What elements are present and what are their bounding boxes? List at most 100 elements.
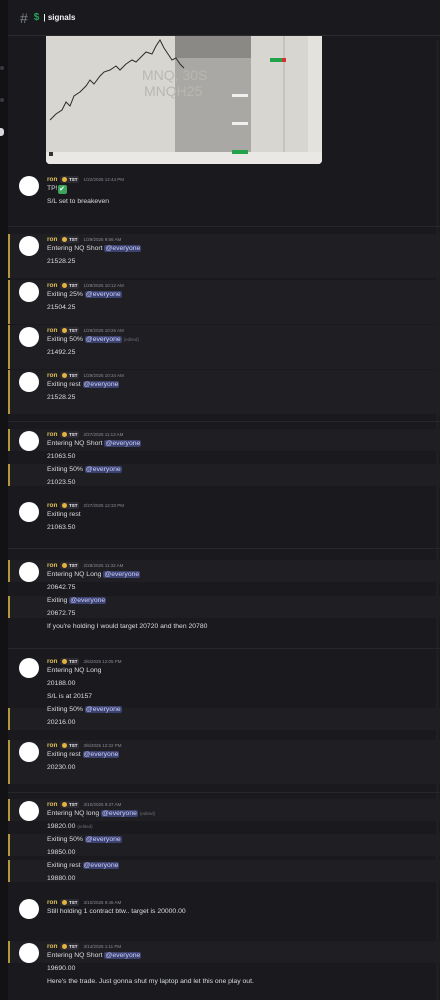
avatar[interactable] <box>19 236 39 256</box>
edited-label: (edited) <box>123 337 139 342</box>
everyone-mention[interactable]: @everyone <box>104 440 142 447</box>
everyone-mention[interactable]: @everyone <box>84 466 122 473</box>
message-text: 21063.50 <box>47 524 76 531</box>
avatar[interactable] <box>19 372 39 392</box>
message-timestamp[interactable]: 3/14/2025 1:11 PM <box>83 944 121 949</box>
server-tag-label: TST <box>68 176 78 182</box>
author-name[interactable]: ron <box>47 943 57 950</box>
everyone-mention[interactable]: @everyone <box>104 952 142 959</box>
message-timestamp[interactable]: 2/27/2025 11:13 AM <box>83 432 123 437</box>
author-name[interactable]: ron <box>47 742 57 749</box>
server-tag: TST <box>60 326 80 334</box>
avatar[interactable] <box>19 176 39 196</box>
avatar[interactable] <box>19 801 39 821</box>
author-name[interactable]: ron <box>47 236 57 243</box>
avatar[interactable] <box>19 658 39 678</box>
message-line: 19880.00 <box>47 873 75 884</box>
avatar[interactable] <box>19 562 39 582</box>
message-timestamp[interactable]: 1/29/2025 10:26 AM <box>83 328 123 333</box>
server-tag-icon <box>62 372 68 378</box>
message-text: 19820.00 <box>47 823 76 830</box>
avatar[interactable] <box>19 899 39 919</box>
message-line: 21528.25 <box>47 392 75 403</box>
message-text: Entering NQ Short <box>47 440 103 447</box>
avatar[interactable] <box>19 282 39 302</box>
server-tag-label: TST <box>68 327 78 333</box>
server-tag-icon <box>62 801 68 807</box>
message-timestamp[interactable]: 3/10/2025 9:46 AM <box>83 900 121 905</box>
avatar[interactable] <box>19 327 39 347</box>
everyone-mention[interactable]: @everyone <box>69 597 107 604</box>
server-tag-icon <box>62 502 68 508</box>
author-name[interactable]: ron <box>47 562 57 569</box>
author-name[interactable]: ron <box>47 431 57 438</box>
message-text: S/L is at 20157 <box>47 693 93 700</box>
message-timestamp[interactable]: 1/22/2025 12:44 PM <box>83 177 124 182</box>
server-tag-label: TST <box>68 899 78 905</box>
everyone-mention[interactable]: @everyone <box>82 381 120 388</box>
server-tag: TST <box>60 657 80 665</box>
message-text: Entering NQ Short <box>47 952 103 959</box>
everyone-mention[interactable]: @everyone <box>104 245 142 252</box>
everyone-mention[interactable]: @everyone <box>103 571 141 578</box>
message-timestamp[interactable]: 1/29/2025 10:12 AM <box>83 283 123 288</box>
author-name[interactable]: ron <box>47 282 57 289</box>
channel-title[interactable]: | signals <box>43 13 75 22</box>
server-tag-label: TST <box>68 658 78 664</box>
message-text: Entering NQ Short <box>47 245 103 252</box>
server-tag: TST <box>60 371 80 379</box>
server-rail <box>0 0 8 1000</box>
everyone-mention[interactable]: @everyone <box>84 336 122 343</box>
message-line: S/L set to breakeven <box>47 196 109 207</box>
server-tag: TST <box>60 281 80 289</box>
rail-indicator <box>0 98 4 102</box>
avatar[interactable] <box>19 742 39 762</box>
avatar[interactable] <box>19 943 39 963</box>
everyone-mention[interactable]: @everyone <box>84 706 122 713</box>
server-tag-icon <box>62 899 68 905</box>
message-text: Exiting 50% <box>47 836 83 843</box>
message-text: S/L set to breakeven <box>47 198 110 205</box>
message-line: 20642.75 <box>47 582 75 593</box>
everyone-mention[interactable]: @everyone <box>84 291 122 298</box>
author-name[interactable]: ron <box>47 801 57 808</box>
everyone-mention[interactable]: @everyone <box>101 810 138 817</box>
everyone-mention[interactable]: @everyone <box>82 751 120 758</box>
message-timestamp[interactable]: 2/27/2025 12:33 PM <box>83 503 124 508</box>
message-line: Entering NQ long @everyone (edited) <box>47 808 155 819</box>
everyone-mention[interactable]: @everyone <box>82 862 120 869</box>
server-tag: TST <box>60 898 80 906</box>
message-line: 20230.00 <box>47 762 75 773</box>
message-text: 21504.25 <box>47 304 76 311</box>
message-line: 20188.00 <box>47 678 75 689</box>
message-timestamp[interactable]: 2/28/2025 11:32 AM <box>83 563 123 568</box>
author-name[interactable]: ron <box>47 176 57 183</box>
message-line: Exiting rest @everyone <box>47 749 120 760</box>
message-text: Exiting 50% <box>47 466 83 473</box>
avatar[interactable] <box>19 431 39 451</box>
chart-screenshot-attachment[interactable]: MNQ, 30S MNQH25 <box>46 36 322 164</box>
author-name[interactable]: ron <box>47 658 57 665</box>
message-timestamp[interactable]: 1/29/2025 10:34 AM <box>83 373 123 378</box>
message-line: Exiting rest <box>47 509 81 520</box>
message-line: Entering NQ Long <box>47 665 101 676</box>
message-timestamp[interactable]: 1/29/2025 9:56 AM <box>83 237 121 242</box>
scrollbar[interactable] <box>436 40 439 1000</box>
avatar[interactable] <box>19 502 39 522</box>
author-name[interactable]: ron <box>47 502 57 509</box>
message-timestamp[interactable]: 3/10/2025 9:37 AM <box>83 802 121 807</box>
message-line: 21023.50 <box>47 477 75 488</box>
message-timestamp[interactable]: 3/6/2025 12:22 PM <box>83 743 121 748</box>
message-line: TP! ✔ <box>47 183 67 194</box>
author-name[interactable]: ron <box>47 327 57 334</box>
everyone-mention[interactable]: @everyone <box>84 836 122 843</box>
server-tag-icon <box>62 943 68 949</box>
message-timestamp[interactable]: 3/6/2025 12:05 PM <box>83 659 121 664</box>
message-text: If you're holding I would target 20720 a… <box>47 623 208 630</box>
message-text: Entering NQ Long <box>47 667 102 674</box>
author-name[interactable]: ron <box>47 372 57 379</box>
author-name[interactable]: ron <box>47 899 57 906</box>
server-tag-label: TST <box>68 282 78 288</box>
message-line: If you're holding I would target 20720 a… <box>47 621 207 632</box>
server-tag: TST <box>60 741 80 749</box>
